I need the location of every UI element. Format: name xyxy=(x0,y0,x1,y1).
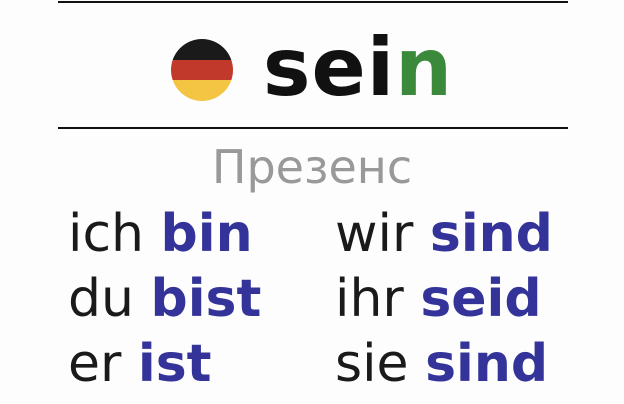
conjugation-row: sie sind xyxy=(335,338,548,390)
middle-divider xyxy=(58,127,568,129)
conjugation-row: ich bin xyxy=(68,208,253,260)
conjugation-row: er ist xyxy=(68,338,212,390)
verb-form: seid xyxy=(420,269,542,329)
verb-header: sein xyxy=(0,18,624,118)
verb-form: bin xyxy=(160,204,253,264)
flag-stripe-red xyxy=(170,59,233,81)
pronoun: ich xyxy=(68,204,144,264)
verb-form: sind xyxy=(425,334,549,394)
flag-stripe-black xyxy=(170,39,233,60)
pronoun: du xyxy=(68,269,134,329)
german-flag-icon xyxy=(170,39,233,101)
conjugation-row: ihr seid xyxy=(335,273,542,325)
conjugation-row: wir sind xyxy=(335,208,553,260)
verb-form: sind xyxy=(429,204,553,264)
verb-stem: sei xyxy=(262,21,396,114)
pronoun: wir xyxy=(335,204,414,264)
pronoun: sie xyxy=(335,334,409,394)
flag-stripe-gold xyxy=(170,80,233,101)
pronoun: ihr xyxy=(335,269,404,329)
conjugation-row: du bist xyxy=(68,273,261,325)
top-divider xyxy=(58,1,568,3)
pronoun: er xyxy=(68,334,122,394)
verb-title: sein xyxy=(263,28,453,108)
verb-form: ist xyxy=(137,334,212,394)
tense-label: Презенс xyxy=(211,140,413,194)
verb-form: bist xyxy=(150,269,262,329)
verb-ending: n xyxy=(395,21,454,114)
